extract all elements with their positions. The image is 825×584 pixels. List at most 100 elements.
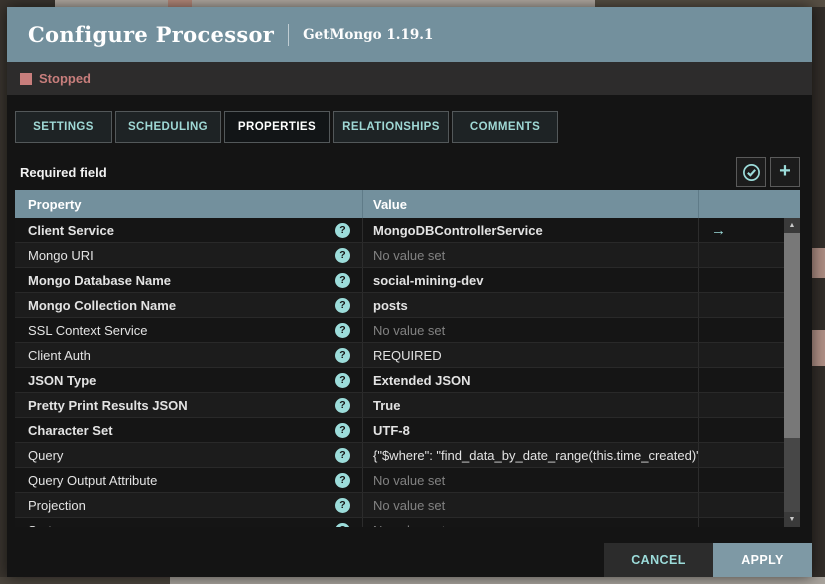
column-header-value: Value (362, 190, 698, 218)
question-circle-icon: ? (335, 322, 350, 338)
canvas-fragment (0, 577, 170, 584)
property-cell: Mongo Collection Name? (15, 293, 362, 317)
column-header-extra (698, 190, 800, 218)
property-value: Extended JSON (373, 372, 471, 388)
value-cell[interactable]: MongoDBControllerService (362, 218, 698, 242)
scrollbar-track[interactable] (784, 233, 800, 512)
property-value: No value set (373, 472, 446, 488)
tab-properties[interactable]: PROPERTIES (224, 111, 330, 143)
extra-cell (698, 493, 784, 517)
property-name: Character Set (28, 422, 113, 438)
property-name: Projection (28, 497, 86, 513)
property-cell: Client Auth? (15, 343, 362, 367)
property-cell: JSON Type? (15, 368, 362, 392)
question-circle-icon: ? (335, 497, 350, 513)
check-circle-icon (742, 163, 761, 182)
go-to-service-icon[interactable]: → (711, 222, 726, 239)
property-value: No value set (373, 322, 446, 338)
property-row[interactable]: SSL Context Service? No value set (15, 318, 784, 343)
property-row[interactable]: Client Auth? REQUIRED (15, 343, 784, 368)
apply-button[interactable]: APPLY (713, 543, 812, 577)
cancel-button[interactable]: CANCEL (604, 543, 713, 577)
canvas-fragment (55, 0, 595, 7)
property-cell: Pretty Print Results JSON? (15, 393, 362, 417)
property-row[interactable]: Sort? No value set (15, 518, 784, 527)
extra-cell: → (698, 218, 784, 242)
table-header: Property Value (15, 190, 800, 218)
property-cell: Mongo URI? (15, 243, 362, 267)
value-cell[interactable]: No value set (362, 468, 698, 492)
property-name: SSL Context Service (28, 322, 148, 338)
property-name: Mongo URI (28, 247, 94, 263)
value-cell[interactable]: No value set (362, 318, 698, 342)
property-name: Mongo Database Name (28, 272, 172, 288)
property-row[interactable]: Client Service? MongoDBControllerService → (15, 218, 784, 243)
property-value: {"$where": "find_data_by_date_range(this… (373, 447, 698, 463)
property-cell: Sort? (15, 518, 362, 527)
canvas-fragment (595, 0, 825, 7)
table-scrollbar[interactable]: ▲ ▼ (784, 218, 800, 527)
status-label: Stopped (39, 71, 91, 86)
value-cell[interactable]: {"$where": "find_data_by_date_range(this… (362, 443, 698, 467)
property-cell: Projection? (15, 493, 362, 517)
nifi-canvas-background: Configure Processor GetMongo 1.19.1 Stop… (0, 0, 825, 584)
property-row[interactable]: Character Set? UTF-8 (15, 418, 784, 443)
property-value: No value set (373, 523, 445, 528)
value-cell[interactable]: social-mining-dev (362, 268, 698, 292)
property-name: Mongo Collection Name (28, 297, 177, 313)
tab-bar: SETTINGS SCHEDULING PROPERTIES RELATIONSHIP… (15, 111, 558, 143)
property-cell: Query? (15, 443, 362, 467)
value-cell[interactable]: UTF-8 (362, 418, 698, 442)
property-row[interactable]: Pretty Print Results JSON? True (15, 393, 784, 418)
question-circle-icon: ? (335, 297, 350, 313)
tab-comments[interactable]: COMMENTS (452, 111, 558, 143)
property-row[interactable]: Mongo Collection Name? posts (15, 293, 784, 318)
property-row[interactable]: Mongo Database Name? social-mining-dev (15, 268, 784, 293)
tab-relationships[interactable]: RELATIONSHIPS (333, 111, 449, 143)
question-circle-icon: ? (335, 247, 350, 263)
value-cell[interactable]: No value set (362, 493, 698, 517)
value-cell[interactable]: REQUIRED (362, 343, 698, 367)
properties-toolbar: Required field + (7, 153, 812, 191)
extra-cell (698, 293, 784, 317)
dialog-title: Configure Processor (28, 22, 275, 47)
question-circle-icon: ? (335, 347, 350, 363)
extra-cell (698, 343, 784, 367)
canvas-fragment (812, 330, 825, 366)
value-cell[interactable]: Extended JSON (362, 368, 698, 392)
tab-settings[interactable]: SETTINGS (15, 111, 112, 143)
question-circle-icon: ? (335, 472, 350, 488)
property-value: REQUIRED (373, 347, 442, 363)
canvas-fragment (170, 577, 825, 584)
extra-cell (698, 443, 784, 467)
value-cell[interactable]: posts (362, 293, 698, 317)
verify-properties-button[interactable] (736, 157, 766, 187)
extra-cell (698, 368, 784, 392)
add-property-button[interactable]: + (770, 157, 800, 187)
scroll-up-arrow[interactable]: ▲ (784, 218, 800, 233)
tab-scheduling[interactable]: SCHEDULING (115, 111, 221, 143)
configure-processor-dialog: Configure Processor GetMongo 1.19.1 Stop… (7, 7, 812, 577)
extra-cell (698, 243, 784, 267)
property-row[interactable]: Projection? No value set (15, 493, 784, 518)
property-name: Client Service (28, 222, 114, 238)
property-value: No value set (373, 247, 446, 263)
value-cell[interactable]: No value set (362, 518, 698, 527)
plus-icon: + (779, 160, 791, 182)
scrollbar-thumb[interactable] (784, 233, 800, 438)
value-cell[interactable]: No value set (362, 243, 698, 267)
question-circle-icon: ? (335, 447, 350, 463)
property-row[interactable]: Query Output Attribute? No value set (15, 468, 784, 493)
question-circle-icon: ? (335, 522, 350, 527)
dialog-footer-buttons: CANCEL APPLY (604, 543, 812, 577)
scroll-down-arrow[interactable]: ▼ (784, 512, 800, 527)
property-cell: Mongo Database Name? (15, 268, 362, 292)
property-row[interactable]: Query? {"$where": "find_data_by_date_rang… (15, 443, 784, 468)
property-value: posts (373, 297, 408, 313)
question-circle-icon: ? (335, 272, 350, 288)
property-cell: Query Output Attribute? (15, 468, 362, 492)
property-row[interactable]: JSON Type? Extended JSON (15, 368, 784, 393)
property-row[interactable]: Mongo URI? No value set (15, 243, 784, 268)
value-cell[interactable]: True (362, 393, 698, 417)
property-value: No value set (373, 497, 446, 513)
